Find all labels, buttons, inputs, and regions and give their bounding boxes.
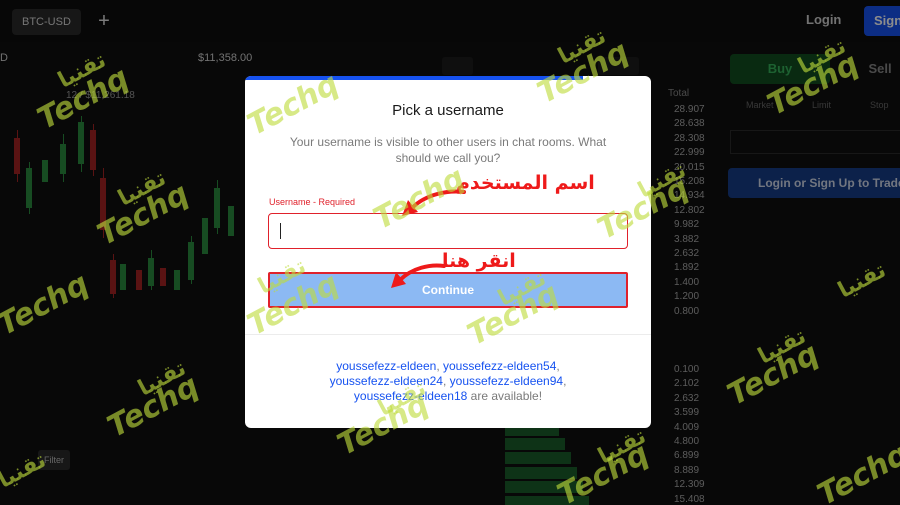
suggestion-separator: , (556, 359, 560, 373)
username-label: Username - Required (269, 197, 356, 207)
annotation-username-label: اسم المستخدم (456, 172, 595, 194)
suggestions-suffix: are available! (467, 389, 543, 403)
annotation-click-here: انقر هنا (442, 250, 516, 272)
annotation-arrow-icon (391, 263, 446, 288)
text-caret (280, 223, 281, 239)
suggestion-link[interactable]: youssefezz-eldeen54 (443, 359, 556, 373)
annotation-arrow-icon (402, 189, 466, 216)
suggestion-link[interactable]: youssefezz-eldeen18 (354, 389, 467, 403)
suggestion-link[interactable]: youssefezz-eldeen24 (330, 374, 443, 388)
dialog-divider (245, 334, 651, 335)
suggestion-link[interactable]: youssefezz-eldeen (336, 359, 436, 373)
suggestion-separator: , (442, 374, 450, 388)
suggestion-separator: , (436, 359, 443, 373)
suggestion-separator: , (563, 374, 567, 388)
suggestion-link[interactable]: youssefezz-eldeen94 (450, 374, 563, 388)
dialog-title: Pick a username (392, 102, 504, 119)
dialog-description: Your username is visible to other users … (289, 135, 607, 165)
username-suggestions: youssefezz-eldeen, youssefezz-eldeen54, … (269, 359, 627, 404)
modal-progress-bar (245, 76, 583, 80)
app-root: BTC-USD + Login Sign D $11,358.00 12 / $… (0, 0, 900, 505)
continue-button[interactable]: Continue (268, 272, 628, 308)
